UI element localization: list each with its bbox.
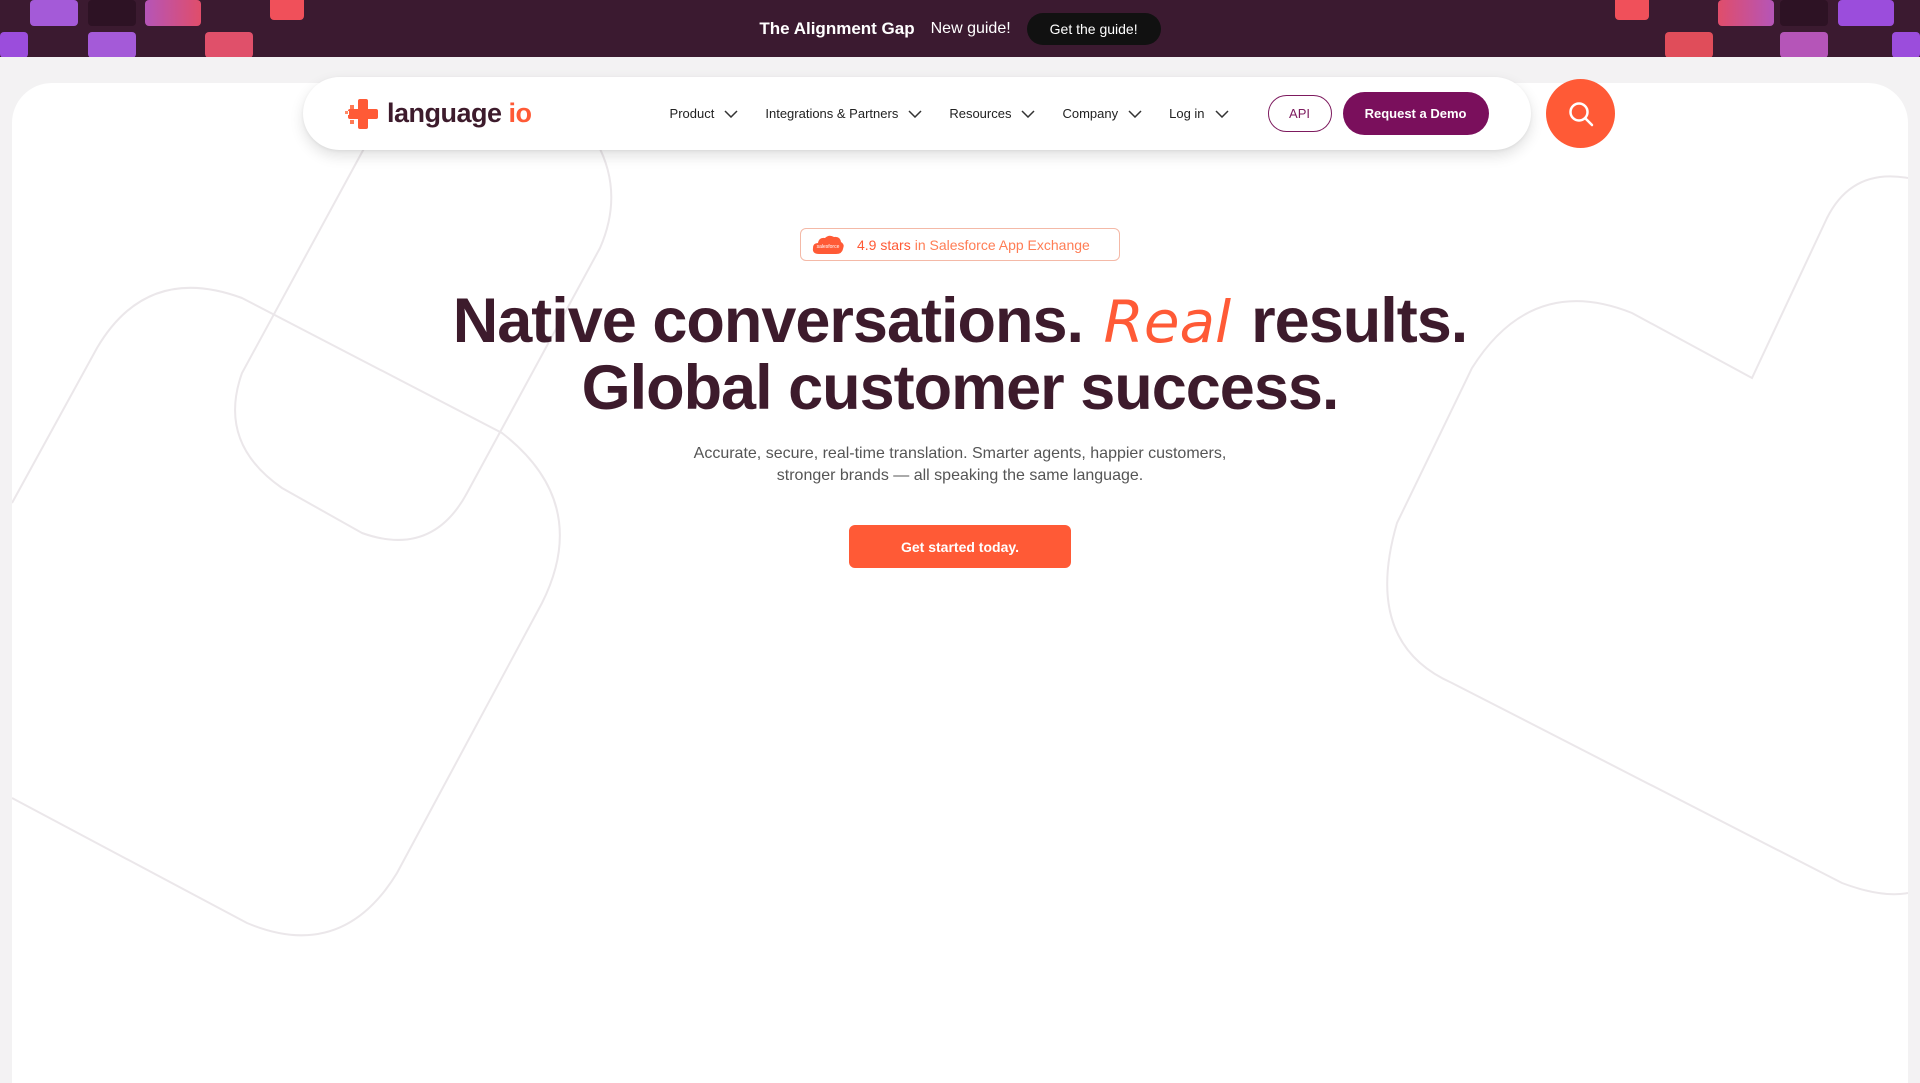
salesforce-icon-text: salesforce [817, 244, 840, 250]
nav-item-label: Company [1062, 106, 1119, 121]
get-started-button[interactable]: Get started today. [849, 525, 1071, 568]
request-demo-button[interactable]: Request a Demo [1342, 92, 1489, 135]
nav-item-product[interactable]: Product [670, 106, 739, 121]
chevron-down-icon [1215, 109, 1229, 118]
announcement-bar: The Alignment Gap New guide! Get the gui… [0, 0, 1920, 57]
announcement-tag: New guide! [930, 19, 1011, 37]
hero-subtext-line1: Accurate, secure, real-time translation.… [693, 445, 1227, 462]
headline-part: Native conversations. [452, 286, 1084, 356]
rating-stars: 4.9 stars [857, 236, 911, 253]
main-header: language io Product Integrations & Partn… [303, 77, 1531, 150]
nav-item-label: Log in [1169, 106, 1205, 121]
logo-text: language io [387, 98, 532, 129]
logo-suffix: io [508, 98, 533, 128]
headline-part: results. [1251, 286, 1468, 356]
nav-item-integrations[interactable]: Integrations & Partners [765, 106, 922, 121]
headline-highlight: Real [1103, 288, 1232, 356]
nav-item-login[interactable]: Log in [1169, 106, 1229, 121]
nav-item-label: Resources [949, 106, 1012, 121]
search-button[interactable] [1546, 79, 1615, 148]
chevron-down-icon [1128, 109, 1142, 118]
nav-item-resources[interactable]: Resources [949, 106, 1035, 121]
chevron-down-icon [724, 109, 738, 118]
api-button[interactable]: API [1267, 95, 1332, 132]
primary-nav: Product Integrations & Partners Resource… [670, 106, 1256, 121]
get-guide-button[interactable]: Get the guide! [1026, 12, 1161, 45]
nav-item-company[interactable]: Company [1062, 106, 1142, 121]
logo[interactable]: language io [345, 96, 532, 132]
salesforce-cloud-icon: salesforce [812, 235, 844, 254]
rating-badge[interactable]: salesforce 4.9 stars in Salesforce App E… [800, 228, 1120, 261]
chevron-down-icon [1021, 109, 1035, 118]
announcement-title: The Alignment Gap [759, 18, 915, 38]
chevron-down-icon [908, 109, 922, 118]
nav-item-label: Integrations & Partners [765, 106, 899, 121]
nav-item-label: Product [669, 106, 715, 121]
logo-name: language [387, 98, 502, 128]
hero-headline-line1: Native conversations. Real results. [0, 287, 1920, 356]
hero-subtext-line2: stronger brands — all speaking the same … [776, 467, 1144, 484]
language-io-logo-icon [345, 96, 381, 132]
rating-source: in Salesforce App Exchange [914, 236, 1090, 253]
hero-headline-line2: Global customer success. [581, 353, 1340, 423]
announcement-content: The Alignment Gap New guide! Get the gui… [0, 0, 1920, 57]
search-icon [1568, 101, 1593, 126]
